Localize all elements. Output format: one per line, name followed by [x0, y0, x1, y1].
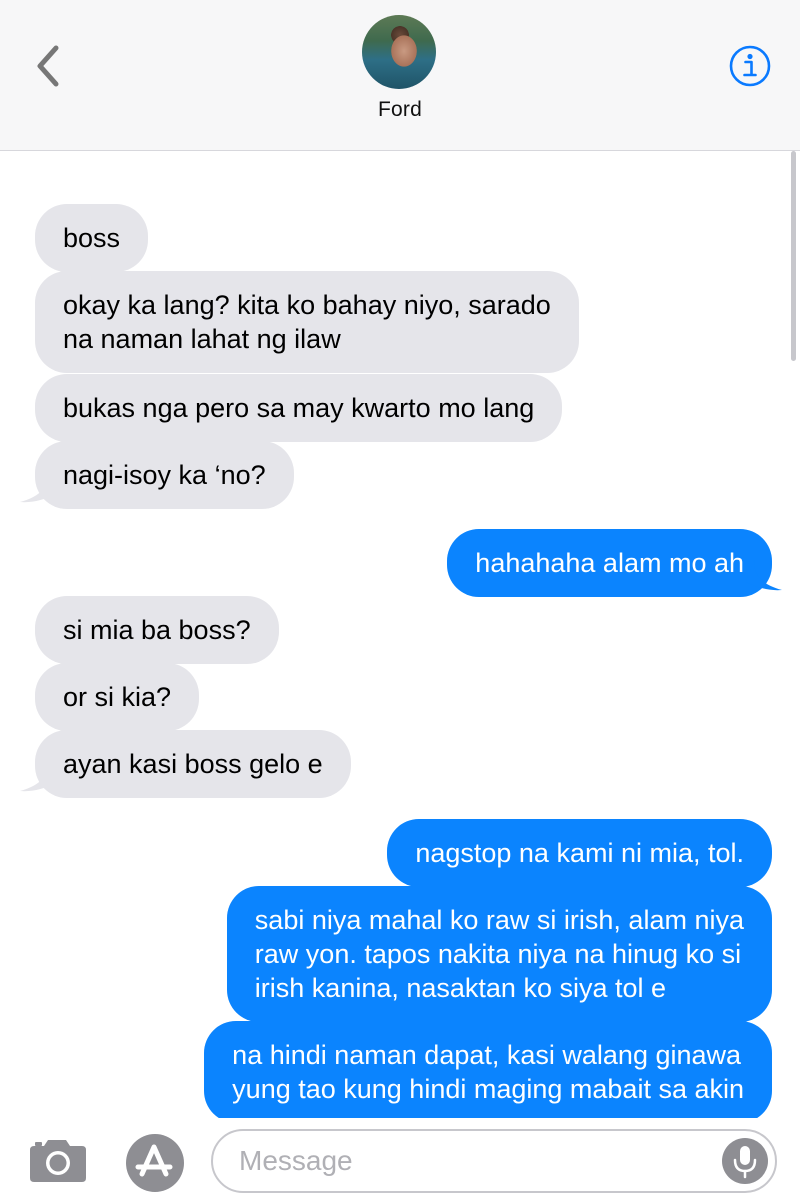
app-store-button[interactable]	[124, 1134, 188, 1198]
message-text: boss	[63, 223, 121, 253]
message-text: sabi niya mahal ko raw si irish, alam ni…	[254, 905, 744, 1003]
input-bar	[0, 1118, 800, 1199]
message-bubble-incoming[interactable]: or si kia?	[35, 663, 200, 731]
info-button[interactable]	[728, 44, 772, 88]
message-bubble-incoming[interactable]: boss	[35, 204, 149, 272]
camera-icon	[30, 1140, 86, 1182]
message-text: ayan kasi boss gelo e	[63, 749, 323, 779]
message-text: bukas nga pero sa may kwarto mo lang	[63, 393, 535, 423]
message-bubble-incoming[interactable]: ayan kasi boss gelo e	[35, 730, 351, 798]
message-bubble-incoming[interactable]: okay ka lang? kita ko bahay niyo, sarado…	[35, 271, 579, 373]
chevron-left-icon	[37, 45, 59, 87]
app-store-icon	[126, 1134, 184, 1192]
message-text: okay ka lang? kita ko bahay niyo, sarado…	[63, 290, 551, 354]
message-text: si mia ba boss?	[63, 615, 251, 645]
message-bubble-outgoing[interactable]: nagstop na kami ni mia, tol.	[387, 819, 772, 887]
microphone-icon	[733, 1146, 757, 1179]
camera-button[interactable]	[26, 1136, 90, 1184]
message-thread[interactable]: boss okay ka lang? kita ko bahay niyo, s…	[0, 151, 800, 1118]
message-text: nagi-isoy ka ‘no?	[63, 460, 266, 490]
message-text: hahahaha alam mo ah	[475, 548, 744, 578]
message-bubble-incoming[interactable]: nagi-isoy ka ‘no?	[35, 441, 294, 509]
message-bubble-outgoing[interactable]: na hindi naman dapat, kasi walang ginawa…	[204, 1021, 772, 1118]
contact-name[interactable]: Ford	[0, 98, 800, 122]
message-bubble-incoming[interactable]: si mia ba boss?	[35, 596, 279, 664]
message-text: or si kia?	[63, 682, 172, 712]
microphone-button[interactable]	[722, 1138, 768, 1184]
message-bubble-outgoing[interactable]: sabi niya mahal ko raw si irish, alam ni…	[226, 886, 772, 1022]
contact-avatar[interactable]	[362, 15, 436, 89]
message-text: na hindi naman dapat, kasi walang ginawa…	[232, 1040, 744, 1104]
message-bubble-outgoing[interactable]: hahahaha alam mo ah	[447, 529, 772, 597]
back-button[interactable]	[30, 40, 70, 92]
message-input[interactable]	[211, 1129, 777, 1193]
scrollbar[interactable]	[791, 151, 796, 361]
message-text: nagstop na kami ni mia, tol.	[415, 838, 744, 868]
info-icon	[729, 45, 771, 87]
conversation-header: Ford	[0, 0, 800, 151]
message-bubble-incoming[interactable]: bukas nga pero sa may kwarto mo lang	[35, 374, 563, 442]
